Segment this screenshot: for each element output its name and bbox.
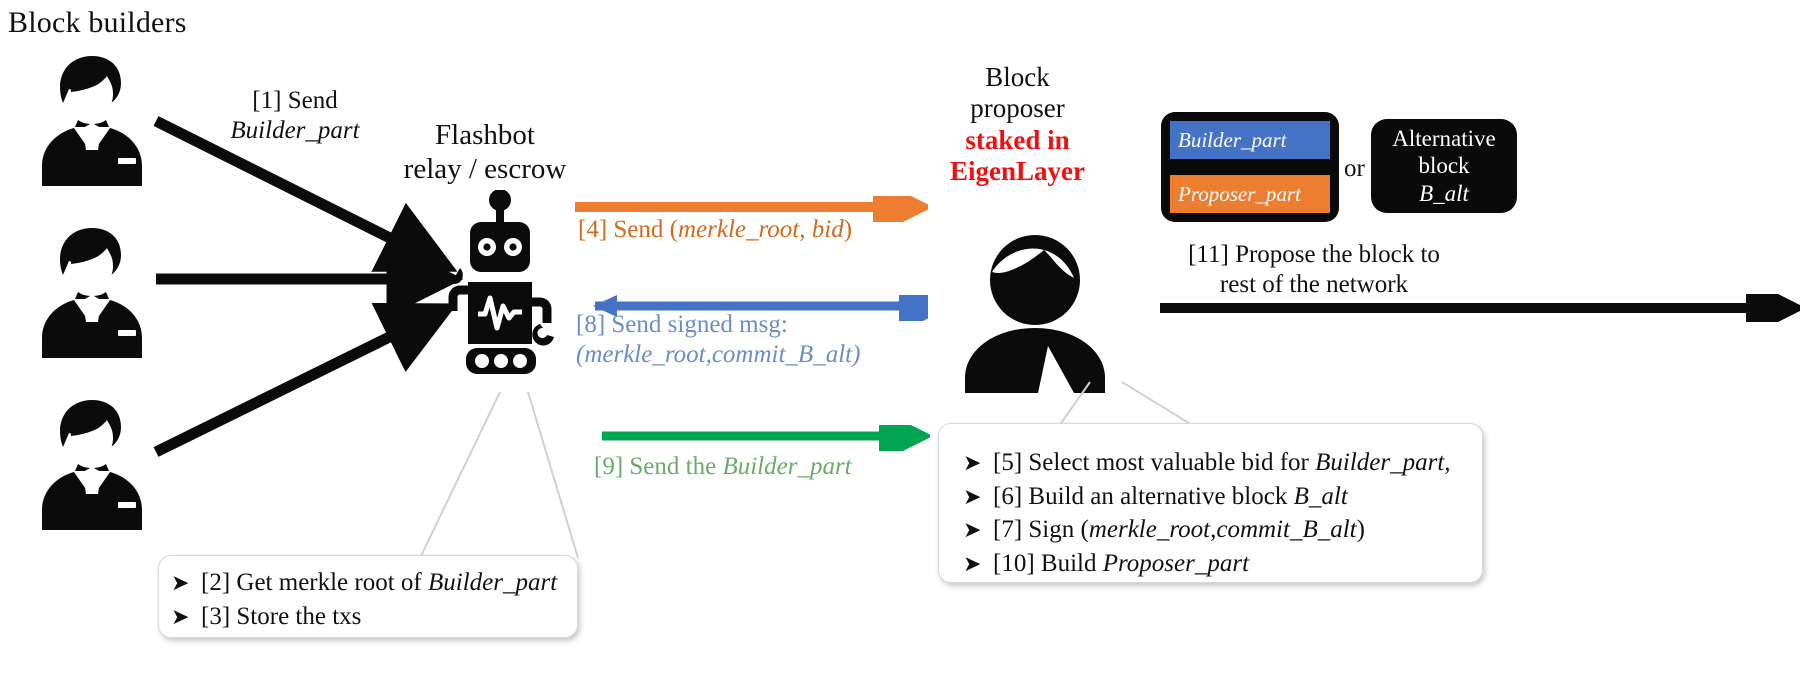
list-item-italic: Proposer_part — [1102, 549, 1250, 577]
arrow-label-step11: [11] Propose the block to rest of the ne… — [1154, 240, 1474, 300]
or-separator-label: or — [1344, 155, 1365, 182]
arrow-step11 — [1160, 294, 1800, 322]
proposer-label-line1: Block — [985, 62, 1050, 92]
block-proposer-label: Block proposer staked in EigenLayer — [930, 62, 1105, 187]
list-item-italic: Builder_part — [428, 569, 558, 596]
proposer-part-segment: Proposer_part — [1170, 175, 1330, 213]
arrow-label-step1: [1] Send Builder_part — [200, 86, 390, 146]
list-item-italic: merkle_root,commit_B_alt — [1088, 516, 1357, 543]
bullet-arrow-icon: ➤ — [963, 483, 982, 509]
page-title: Block builders — [8, 6, 187, 39]
alt-block-line2: block — [1418, 153, 1470, 179]
list-item-text: [7] Sign (merkle_root,commit_B_alt) — [993, 513, 1365, 547]
builder-part-segment: Builder_part — [1170, 121, 1330, 159]
arrow-label-step4: [4] Send (merkle_root, bid) — [578, 215, 852, 245]
list-item-text: [2] Get merkle root of Builder_part — [201, 566, 557, 600]
block-builder-icon-1 — [30, 50, 154, 190]
arrow-step9 — [602, 425, 930, 451]
callout-relay-leader — [419, 391, 579, 559]
list-item-text: [3] Store the txs — [201, 600, 361, 634]
arrow-label-step9-italic: Builder_part — [722, 453, 852, 480]
callout-relay: ➤ [2] Get merkle root of Builder_part ➤ … — [158, 555, 578, 638]
callout-proposer: ➤ [5] Select most valuable bid for Build… — [938, 423, 1483, 583]
flashbot-label-line2: relay / escrow — [403, 153, 567, 186]
arrow-label-step4-italic: merkle_root, bid — [677, 216, 844, 243]
bullet-arrow-icon: ➤ — [171, 603, 190, 629]
list-item-prefix: [3] Store the txs — [201, 602, 362, 630]
list-item: ➤ [5] Select most valuable bid for Build… — [963, 446, 1482, 480]
arrow-label-step1-line2: Builder_part — [230, 117, 360, 144]
callout-relay-list: ➤ [2] Get merkle root of Builder_part ➤ … — [171, 566, 577, 633]
alt-block-line1: Alternative — [1392, 125, 1496, 151]
list-item-prefix: [6] Build an alternative block — [993, 482, 1294, 510]
proposer-label-line2: proposer — [970, 93, 1065, 124]
list-item-prefix: [2] Get merkle root of — [201, 569, 429, 596]
list-item-italic: Builder_part, — [1315, 449, 1451, 476]
list-item-prefix: [7] Sign ( — [993, 516, 1089, 543]
arrow-label-step8-line1: [8] Send signed msg: — [576, 311, 788, 338]
alt-block-line3: B_alt — [1419, 180, 1469, 206]
arrow-label-step8: [8] Send signed msg: (merkle_root,commit… — [576, 310, 860, 370]
arrow-label-step4-prefix: [4] Send ( — [578, 216, 678, 243]
arrow-builder3-to-relay — [153, 302, 458, 457]
list-item-prefix: [10] Build — [993, 549, 1103, 577]
list-item-text: [5] Select most valuable bid for Builder… — [993, 446, 1451, 480]
list-item-suffix: ) — [1356, 516, 1365, 543]
list-item: ➤ [2] Get merkle root of Builder_part — [171, 566, 577, 600]
list-item-italic: B_alt — [1293, 482, 1348, 510]
block-builder-icon-2 — [30, 222, 154, 362]
list-item-text: [10] Build Proposer_part — [993, 547, 1249, 581]
block-proposer-icon — [940, 228, 1130, 393]
list-item: ➤ [3] Store the txs — [171, 600, 577, 634]
bullet-arrow-icon: ➤ — [963, 450, 982, 475]
combined-block-visual: Builder_part Proposer_part — [1161, 112, 1339, 222]
robot-icon — [430, 190, 570, 390]
flashbot-label-line1: Flashbot — [435, 119, 535, 151]
arrow-label-step9: [9] Send the Builder_part — [594, 452, 852, 482]
arrow-label-step4-suffix: ) — [843, 216, 853, 243]
callout-proposer-list: ➤ [5] Select most valuable bid for Build… — [963, 446, 1482, 580]
arrow-label-step9-prefix: [9] Send the — [594, 453, 723, 480]
proposer-label-line4: EigenLayer — [950, 155, 1085, 186]
arrow-builder2-to-relay — [156, 240, 464, 318]
arrow-label-step1-line1: [1] Send — [252, 87, 338, 114]
proposer-label-line3: staked in — [965, 124, 1070, 155]
bullet-arrow-icon: ➤ — [171, 570, 190, 595]
flashbot-relay-label: Flashbot relay / escrow — [385, 118, 585, 186]
arrow-label-step8-line2: (merkle_root,commit_B_alt) — [576, 341, 861, 368]
list-item-prefix: [5] Select most valuable bid for — [993, 449, 1316, 476]
bullet-arrow-icon: ➤ — [963, 517, 982, 542]
list-item: ➤ [7] Sign (merkle_root,commit_B_alt) — [963, 513, 1482, 547]
arrow-label-step11-line1: [11] Propose the block to — [1188, 241, 1440, 268]
list-item: ➤ [6] Build an alternative block B_alt — [963, 480, 1482, 514]
bullet-arrow-icon: ➤ — [963, 550, 982, 576]
list-item-text: [6] Build an alternative block B_alt — [993, 480, 1348, 514]
list-item: ➤ [10] Build Proposer_part — [963, 547, 1482, 581]
alternative-block-visual: Alternative block B_alt — [1371, 119, 1517, 213]
block-builder-icon-3 — [30, 394, 154, 534]
